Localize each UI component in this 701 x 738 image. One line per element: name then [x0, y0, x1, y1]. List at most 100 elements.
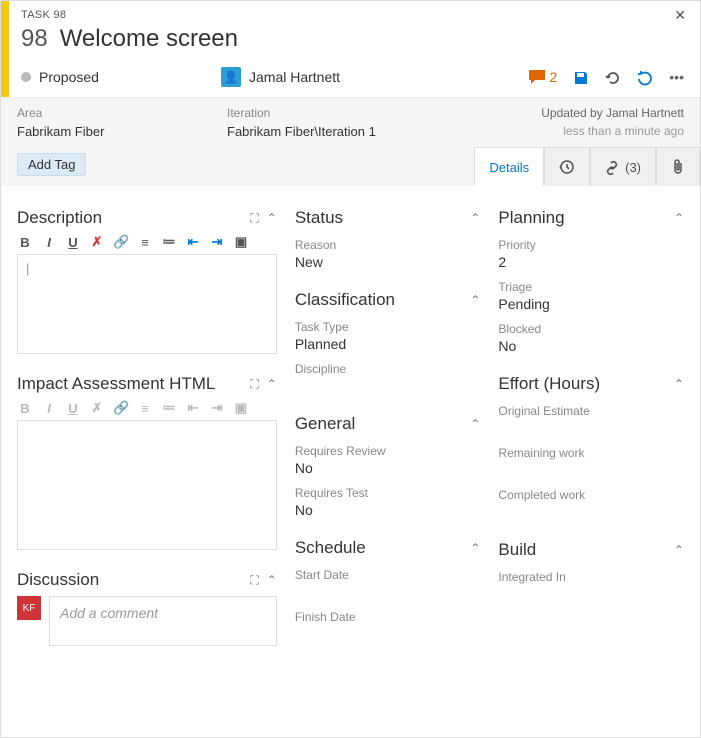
orig-estimate-value[interactable]	[498, 420, 684, 436]
link-icon[interactable]: 🔗	[113, 234, 129, 250]
start-date-value[interactable]	[295, 584, 481, 600]
start-date-label: Start Date	[295, 568, 481, 582]
info-row: Area Fabrikam Fiber Iteration Fabrikam F…	[1, 97, 700, 147]
impact-heading: Impact Assessment HTML	[17, 374, 215, 394]
iteration-value: Fabrikam Fiber\Iteration 1	[227, 124, 494, 139]
work-item-id: 98	[21, 25, 48, 53]
maximize-icon[interactable]: ⛶	[250, 573, 258, 588]
save-icon[interactable]	[573, 68, 589, 85]
tab-links[interactable]: (3)	[590, 147, 656, 186]
build-heading: Build	[498, 540, 536, 560]
underline-icon[interactable]: U	[65, 401, 81, 416]
italic-icon[interactable]: I	[41, 401, 57, 416]
collapse-icon[interactable]: ⌃	[267, 573, 277, 588]
refresh-icon[interactable]	[605, 68, 621, 85]
iteration-label: Iteration	[227, 106, 494, 120]
collapse-icon[interactable]: ⌃	[470, 293, 480, 307]
collapse-icon[interactable]: ⌃	[267, 377, 277, 392]
collapse-icon[interactable]: ⌃	[470, 541, 480, 555]
history-icon	[559, 159, 575, 176]
more-actions-icon[interactable]: •••	[669, 69, 684, 85]
integrated-label: Integrated In	[498, 570, 684, 584]
impact-editor[interactable]	[17, 420, 277, 550]
work-item-header: TASK 98 ✕ 98 Welcome screen Proposed 👤 J…	[1, 1, 700, 97]
task-type-value[interactable]: Planned	[295, 336, 481, 352]
triage-label: Triage	[498, 280, 684, 294]
completed-value[interactable]	[498, 504, 684, 520]
blocked-label: Blocked	[498, 322, 684, 336]
link-icon[interactable]: 🔗	[113, 400, 129, 416]
toolbar-actions: •••	[573, 68, 684, 85]
clear-format-icon[interactable]: ✗	[89, 234, 105, 250]
italic-icon[interactable]: I	[41, 235, 57, 250]
discipline-value[interactable]	[295, 378, 481, 394]
blocked-value[interactable]: No	[498, 338, 684, 354]
close-button[interactable]: ✕	[674, 7, 686, 24]
triage-value[interactable]: Pending	[498, 296, 684, 312]
maximize-icon[interactable]: ⛶	[250, 377, 258, 392]
collapse-icon[interactable]: ⌃	[470, 211, 480, 225]
indent-icon[interactable]: ⇥	[209, 234, 225, 250]
add-tag-button[interactable]: Add Tag	[17, 153, 86, 176]
comment-count[interactable]: 2	[529, 69, 557, 85]
area-block[interactable]: Area Fabrikam Fiber	[17, 106, 227, 139]
collapse-icon[interactable]: ⌃	[267, 211, 277, 226]
req-test-label: Requires Test	[295, 486, 481, 500]
tab-bar: Details (3)	[474, 147, 700, 186]
number-list-icon[interactable]: ≔	[161, 234, 177, 250]
orig-estimate-label: Original Estimate	[498, 404, 684, 418]
req-test-value[interactable]: No	[295, 502, 481, 518]
req-review-label: Requires Review	[295, 444, 481, 458]
description-editor[interactable]: |	[17, 254, 277, 354]
discussion-heading: Discussion	[17, 570, 99, 590]
iteration-block[interactable]: Iteration Fabrikam Fiber\Iteration 1	[227, 106, 494, 139]
description-toolbar: B I U ✗ 🔗 ≡ ≔ ⇤ ⇥ ▣	[17, 234, 277, 250]
state-value: Proposed	[39, 69, 99, 85]
tab-history[interactable]	[544, 147, 590, 186]
comment-input[interactable]: Add a comment	[49, 596, 277, 646]
assignee-row[interactable]: 👤 Jamal Hartnett	[221, 67, 529, 87]
planning-heading: Planning	[498, 208, 564, 228]
impact-toolbar: B I U ✗ 🔗 ≡ ≔ ⇤ ⇥ ▣	[17, 400, 277, 416]
work-item-type-label: TASK 98	[21, 9, 684, 21]
tab-details[interactable]: Details	[474, 147, 544, 186]
collapse-icon[interactable]: ⌃	[674, 543, 684, 557]
bullet-list-icon[interactable]: ≡	[137, 401, 153, 416]
collapse-icon[interactable]: ⌃	[470, 417, 480, 431]
assignee-name: Jamal Hartnett	[249, 69, 340, 85]
collapse-icon[interactable]: ⌃	[674, 211, 684, 225]
undo-icon[interactable]	[637, 68, 653, 85]
tab-attachments[interactable]	[656, 147, 700, 186]
status-heading: Status	[295, 208, 343, 228]
work-item-title[interactable]: Welcome screen	[60, 25, 238, 53]
bold-icon[interactable]: B	[17, 235, 33, 250]
schedule-heading: Schedule	[295, 538, 366, 558]
column-main: Description ⛶ ⌃ B I U ✗ 🔗 ≡ ≔ ⇤ ⇥ ▣ | Im…	[17, 200, 277, 722]
number-list-icon[interactable]: ≔	[161, 400, 177, 416]
column-planning: Planning ⌃ Priority 2 Triage Pending Blo…	[498, 200, 684, 722]
state-row[interactable]: Proposed	[21, 69, 221, 85]
priority-value[interactable]: 2	[498, 254, 684, 270]
effort-heading: Effort (Hours)	[498, 374, 600, 394]
link-icon	[605, 159, 619, 175]
updated-ago: less than a minute ago	[494, 124, 684, 138]
updated-by: Updated by Jamal Hartnett	[494, 106, 684, 120]
image-icon[interactable]: ▣	[233, 400, 249, 416]
description-heading: Description	[17, 208, 102, 228]
comment-icon	[529, 70, 545, 84]
bullet-list-icon[interactable]: ≡	[137, 235, 153, 250]
outdent-icon[interactable]: ⇤	[185, 400, 201, 416]
classification-heading: Classification	[295, 290, 395, 310]
remaining-value[interactable]	[498, 462, 684, 478]
underline-icon[interactable]: U	[65, 235, 81, 250]
maximize-icon[interactable]: ⛶	[250, 211, 258, 226]
image-icon[interactable]: ▣	[233, 234, 249, 250]
outdent-icon[interactable]: ⇤	[185, 234, 201, 250]
bold-icon[interactable]: B	[17, 401, 33, 416]
indent-icon[interactable]: ⇥	[209, 400, 225, 416]
req-review-value[interactable]: No	[295, 460, 481, 476]
collapse-icon[interactable]: ⌃	[674, 377, 684, 391]
task-type-label: Task Type	[295, 320, 481, 334]
clear-format-icon[interactable]: ✗	[89, 400, 105, 416]
reason-value[interactable]: New	[295, 254, 481, 270]
